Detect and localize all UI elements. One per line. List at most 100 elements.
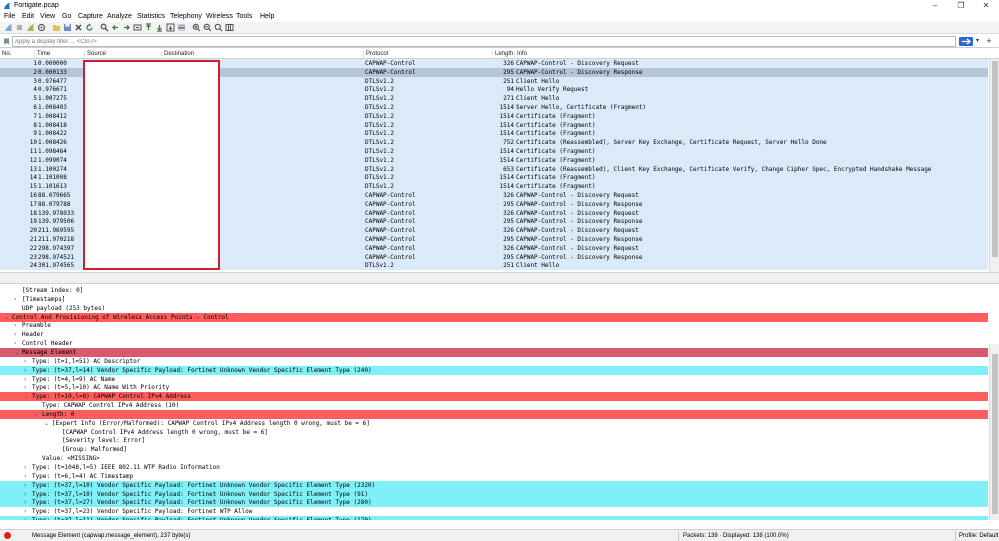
menu-edit[interactable]: Edit xyxy=(22,13,34,20)
menu-analyze[interactable]: Analyze xyxy=(107,13,132,20)
stop-capture-icon[interactable] xyxy=(15,23,24,32)
expanded-chevron-icon[interactable]: ⌄ xyxy=(34,410,40,419)
detail-tree-item[interactable]: › Type: (t=4,l=9) AC Name xyxy=(0,375,988,384)
details-scrollbar[interactable] xyxy=(989,344,999,520)
detail-tree-item[interactable]: › Type: (t=37,l=10) Vendor Specific Paylo… xyxy=(0,480,988,490)
expanded-chevron-icon[interactable]: ⌄ xyxy=(24,392,30,401)
details-scroll-thumb[interactable] xyxy=(992,354,998,514)
resize-columns-icon[interactable] xyxy=(225,23,234,32)
autoscroll-icon[interactable] xyxy=(166,23,175,32)
go-forward-icon[interactable] xyxy=(122,23,131,32)
detail-tree-item[interactable]: UDP payload (253 bytes) xyxy=(0,304,988,313)
detail-tree-item[interactable]: ⌄ Type: (t=10,l=0) CAPWAP Control IPv4 Ad… xyxy=(0,392,988,402)
collapsed-chevron-icon[interactable]: › xyxy=(24,357,30,366)
column-header-time[interactable]: Time xyxy=(34,51,50,59)
save-file-icon[interactable] xyxy=(63,23,72,32)
detail-tree-item[interactable]: › Type: (t=5,l=10) AC Name With Priority xyxy=(0,383,988,392)
column-header-protocol[interactable]: Protocol xyxy=(363,51,388,59)
detail-tree-item[interactable]: › Type: (t=37,l=23) Vendor Specific Paylo… xyxy=(0,507,988,516)
collapsed-chevron-icon[interactable]: › xyxy=(24,481,30,490)
detail-tree-item[interactable]: › Preamble xyxy=(0,321,988,330)
menu-go[interactable]: Go xyxy=(62,13,71,20)
collapsed-chevron-icon[interactable]: › xyxy=(24,516,30,520)
maximize-button[interactable]: ❐ xyxy=(948,0,974,12)
menu-file[interactable]: File xyxy=(4,13,15,20)
detail-tree-item[interactable]: › Type: (t=1048,l=5) IEEE 802.11 WTP Radi… xyxy=(0,463,988,472)
detail-tree-item[interactable]: Type: CAPWAP Control IPv4 Address (10) xyxy=(0,401,988,410)
open-file-icon[interactable] xyxy=(52,23,61,32)
add-filter-button-icon[interactable]: + xyxy=(984,36,994,46)
apply-filter-arrow-icon[interactable] xyxy=(959,37,973,46)
detail-tree-item[interactable]: ⌄ Control And Provisioning of Wireless Ac… xyxy=(0,312,988,322)
collapsed-chevron-icon[interactable]: › xyxy=(24,383,30,392)
expert-info-error-icon[interactable] xyxy=(4,532,11,539)
collapsed-chevron-icon[interactable]: › xyxy=(24,507,30,516)
column-header-source[interactable]: Source xyxy=(84,51,106,59)
packet-list-scrollbar[interactable] xyxy=(989,59,999,272)
reload-file-icon[interactable] xyxy=(85,23,94,32)
detail-tree-item[interactable]: › Type: (t=37,l=14) Vendor Specific Paylo… xyxy=(0,365,988,375)
collapsed-chevron-icon[interactable]: › xyxy=(14,339,20,348)
go-back-icon[interactable] xyxy=(111,23,120,32)
menu-telephony[interactable]: Telephony xyxy=(170,13,202,20)
packet-list-scroll-thumb[interactable] xyxy=(992,61,998,257)
menu-wireless[interactable]: Wireless xyxy=(206,13,233,20)
expanded-chevron-icon[interactable]: ⌄ xyxy=(14,348,20,357)
display-filter-input[interactable] xyxy=(12,36,956,47)
last-packet-icon[interactable] xyxy=(155,23,164,32)
capture-options-icon[interactable] xyxy=(37,23,46,32)
collapsed-chevron-icon[interactable]: › xyxy=(24,490,30,499)
detail-tree-item[interactable]: Value: <MISSING> xyxy=(0,454,988,463)
detail-tree-item[interactable]: ›Type: (t=37,l=11) Vendor Specific Paylo… xyxy=(0,516,988,520)
detail-tree-item[interactable]: [Severity level: Error] xyxy=(0,436,988,445)
menu-help[interactable]: Help xyxy=(260,13,274,20)
collapsed-chevron-icon[interactable]: › xyxy=(14,330,20,339)
collapsed-chevron-icon[interactable]: › xyxy=(14,295,20,304)
column-header-destination[interactable]: Destination xyxy=(161,51,194,59)
start-capture-icon[interactable] xyxy=(4,23,13,32)
filter-history-chevron-icon[interactable]: ▾ xyxy=(974,37,981,46)
detail-tree-item[interactable]: › Type: (t=1,l=51) AC Descriptor xyxy=(0,357,988,366)
go-to-packet-icon[interactable] xyxy=(133,23,142,32)
expanded-chevron-icon[interactable]: ⌄ xyxy=(44,419,50,428)
zoom-in-icon[interactable] xyxy=(192,23,201,32)
collapsed-chevron-icon[interactable]: › xyxy=(24,375,30,384)
detail-tree-item[interactable]: ⌄ [Expert Info (Error/Malformed): CAPWAP … xyxy=(0,419,988,428)
close-file-icon[interactable] xyxy=(74,23,83,32)
detail-tree-item[interactable]: › Control Header xyxy=(0,339,988,348)
column-header-no[interactable]: No. xyxy=(0,51,11,59)
detail-tree-item[interactable]: ⌄ Length: 0 xyxy=(0,409,988,419)
filter-bookmark-icon[interactable] xyxy=(3,38,10,45)
detail-tree-item[interactable]: [CAPWAP Control IPv4 Address length 0 wr… xyxy=(0,428,988,437)
collapsed-chevron-icon[interactable]: › xyxy=(24,366,30,375)
minimize-button[interactable]: – xyxy=(922,0,948,12)
menu-statistics[interactable]: Statistics xyxy=(137,13,165,20)
detail-tree-item[interactable]: › [Timestamps] xyxy=(0,295,988,304)
close-button[interactable]: ✕ xyxy=(973,0,999,12)
expanded-chevron-icon[interactable]: ⌄ xyxy=(4,313,10,322)
menu-tools[interactable]: Tools xyxy=(236,13,252,20)
detail-tree-item[interactable]: › Type: (t=37,l=10) Vendor Specific Paylo… xyxy=(0,489,988,499)
find-packet-icon[interactable] xyxy=(100,23,109,32)
column-header-length[interactable]: Length xyxy=(492,51,513,59)
detail-tree-item[interactable]: ⌄ Message Element xyxy=(0,347,988,357)
detail-tree-item[interactable]: › Header xyxy=(0,330,988,339)
collapsed-chevron-icon[interactable]: › xyxy=(24,463,30,472)
detail-tree-item[interactable]: [Group: Malformed] xyxy=(0,445,988,454)
status-profile[interactable]: Profile: Default xyxy=(959,533,998,539)
detail-tree-item[interactable]: [Stream index: 0] xyxy=(0,286,988,295)
normal-size-icon[interactable] xyxy=(214,23,223,32)
colorize-icon[interactable] xyxy=(177,23,186,32)
menu-capture[interactable]: Capture xyxy=(78,13,103,20)
column-header-info[interactable]: Info xyxy=(514,51,527,59)
collapsed-chevron-icon[interactable]: › xyxy=(24,498,30,507)
collapsed-chevron-icon[interactable]: › xyxy=(14,321,20,330)
detail-tree-item[interactable]: › Type: (t=6,l=4) AC Timestamp xyxy=(0,472,988,481)
collapsed-chevron-icon[interactable]: › xyxy=(24,472,30,481)
detail-tree-item[interactable]: › Type: (t=37,l=27) Vendor Specific Paylo… xyxy=(0,498,988,508)
menu-view[interactable]: View xyxy=(40,13,55,20)
pane-splitter[interactable] xyxy=(0,272,999,284)
restart-capture-icon[interactable] xyxy=(26,23,35,32)
first-packet-icon[interactable] xyxy=(144,23,153,32)
zoom-out-icon[interactable] xyxy=(203,23,212,32)
